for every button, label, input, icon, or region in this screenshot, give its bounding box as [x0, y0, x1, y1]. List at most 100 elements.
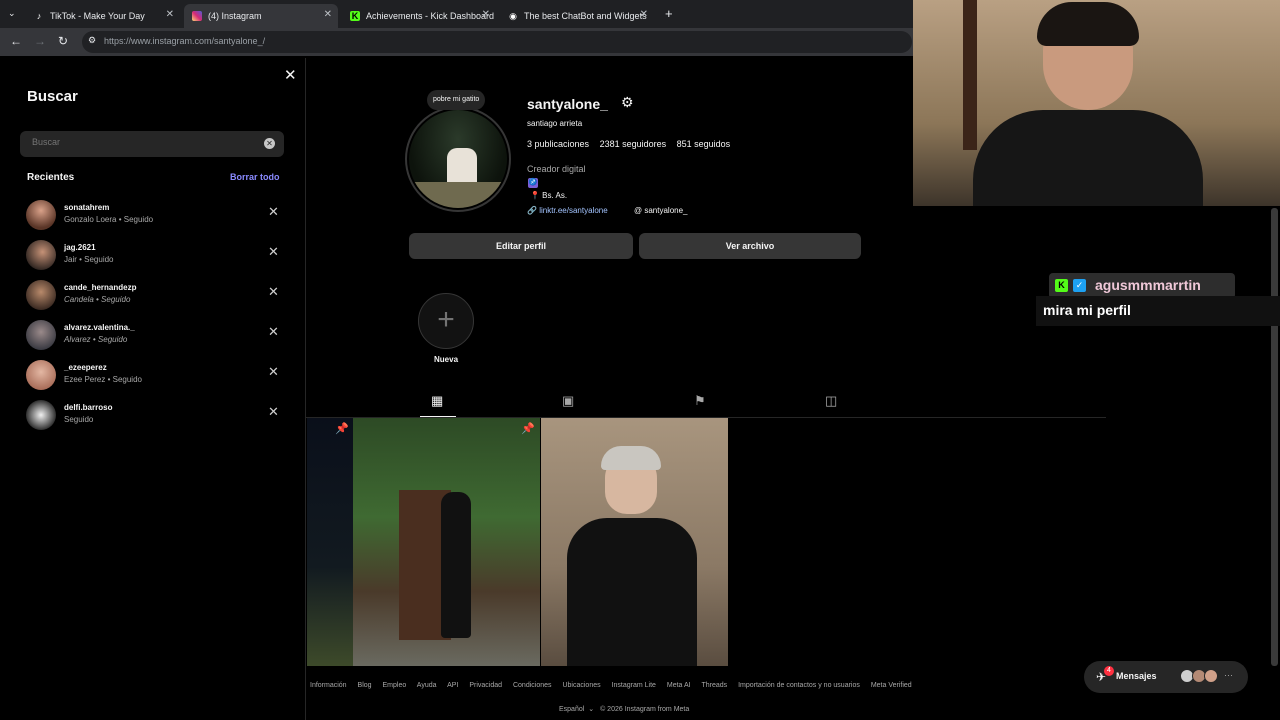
remove-recent-icon[interactable]: ✕	[268, 284, 279, 300]
recent-subtitle: Gonzalo Loera • Seguido	[64, 215, 154, 224]
pin-icon: 📌	[335, 423, 349, 435]
footer-link[interactable]: Ubicaciones	[562, 682, 600, 689]
instagram-icon	[192, 11, 202, 21]
tab-kick[interactable]: K Achievements - Kick Dashboard ✕	[342, 4, 496, 28]
edit-profile-button[interactable]: Editar perfil	[409, 233, 633, 259]
remove-recent-icon[interactable]: ✕	[268, 204, 279, 220]
close-tab-icon[interactable]: ✕	[166, 9, 174, 20]
avatar-ground	[409, 182, 507, 208]
avatar	[26, 360, 56, 390]
chat-message: mira mi perfil	[1043, 302, 1131, 318]
profile-link[interactable]: 🔗 linktr.ee/santyalone	[527, 206, 608, 215]
following-count[interactable]: 851 seguidos	[677, 139, 731, 149]
forward-icon[interactable]: →	[34, 34, 46, 48]
recent-item[interactable]: alvarez.valentina._ Alvarez • Seguido ✕	[26, 318, 288, 354]
post-body	[567, 518, 697, 666]
reels-icon[interactable]: ▣	[562, 393, 574, 409]
chat-username: agusmmmarrtin	[1095, 277, 1201, 293]
remove-recent-icon[interactable]: ✕	[268, 244, 279, 260]
kick-badge-icon: K	[1055, 279, 1068, 292]
screen: ⌄ ♪ TikTok - Make Your Day ✕ (4) Instagr…	[0, 0, 1280, 720]
avatar	[26, 320, 56, 350]
reload-icon[interactable]: ↻	[58, 34, 68, 48]
footer-link[interactable]: API	[447, 682, 458, 689]
bio-emoji-icon: ♐	[528, 178, 538, 188]
site-info-icon[interactable]: ⚙	[88, 35, 96, 46]
recent-item[interactable]: delfi.barroso Seguido ✕	[26, 398, 288, 434]
footer-link[interactable]: Meta Verified	[871, 682, 912, 689]
recent-username: jag.2621	[64, 243, 96, 252]
view-archive-button[interactable]: Ver archivo	[639, 233, 861, 259]
profile-stats: 3 publicaciones 2381 seguidores 851 segu…	[527, 139, 738, 149]
recent-item[interactable]: cande_hernandezp Candela • Seguido ✕	[26, 278, 288, 314]
tab-instagram[interactable]: (4) Instagram ✕	[184, 4, 338, 28]
saved-icon[interactable]: ⚑	[694, 393, 706, 409]
chat-message-box: mira mi perfil	[1036, 296, 1280, 326]
recent-subtitle: Seguido	[64, 415, 94, 424]
url-field[interactable]: ⚙ https://www.instagram.com/santyalone_/	[82, 31, 912, 53]
footer-link[interactable]: Importación de contactos y no usuarios	[738, 682, 860, 689]
footer-link[interactable]: Empleo	[383, 682, 407, 689]
search-panel: Buscar ✕ ✕ Recientes Borrar todo sonatah…	[0, 58, 306, 720]
new-tab-icon[interactable]: +	[665, 6, 673, 21]
clear-search-icon[interactable]: ✕	[264, 138, 275, 149]
post-thumbnail[interactable]	[541, 418, 728, 666]
recent-username: sonatahrem	[64, 203, 110, 212]
tab-label: The best ChatBot and Widgets	[524, 11, 647, 21]
footer-link[interactable]: Información	[310, 682, 347, 689]
footer-link[interactable]: Privacidad	[469, 682, 502, 689]
search-input[interactable]	[32, 137, 252, 147]
footer-link[interactable]: Ayuda	[417, 682, 437, 689]
messages-badge: 4	[1104, 666, 1114, 676]
threads-link[interactable]: @ santyalone_	[634, 206, 688, 215]
tab-label: TikTok - Make Your Day	[50, 11, 145, 21]
footer-link[interactable]: Instagram Lite	[612, 682, 656, 689]
close-tab-icon[interactable]: ✕	[640, 9, 648, 20]
footer-link[interactable]: Meta AI	[667, 682, 691, 689]
post-thumbnail[interactable]: 📌	[353, 418, 540, 666]
recent-item[interactable]: _ezeeperez Ezee Perez • Seguido ✕	[26, 358, 288, 394]
close-tab-icon[interactable]: ✕	[324, 9, 332, 20]
profile-avatar[interactable]	[409, 110, 507, 208]
tagged-icon[interactable]: ◫	[825, 393, 837, 409]
tab-tiktok[interactable]: ♪ TikTok - Make Your Day ✕	[26, 4, 180, 28]
chevron-down-icon: ⌄	[588, 706, 595, 713]
back-icon[interactable]: ←	[10, 34, 22, 48]
url-text: https://www.instagram.com/santyalone_/	[104, 36, 266, 46]
tab-chatbot[interactable]: ◉ The best ChatBot and Widgets ✕	[500, 4, 654, 28]
close-icon[interactable]: ✕	[284, 66, 297, 84]
followers-count[interactable]: 2381 seguidores	[600, 139, 667, 149]
recent-subtitle: Jair • Seguido	[64, 255, 114, 264]
close-tab-icon[interactable]: ✕	[482, 9, 490, 20]
avatar	[26, 200, 56, 230]
profile-username: santyalone_	[527, 96, 608, 112]
threads-handle: santyalone_	[644, 206, 688, 215]
profile-link-text: linktr.ee/santyalone	[539, 206, 608, 215]
profile-note[interactable]: pobre mi gatito	[427, 90, 486, 110]
profile-category: Creador digital	[527, 164, 586, 174]
footer-link[interactable]: Threads	[701, 682, 727, 689]
new-highlight-plus-icon[interactable]: +	[418, 293, 474, 349]
recent-item[interactable]: jag.2621 Jair • Seguido ✕	[26, 238, 288, 274]
remove-recent-icon[interactable]: ✕	[268, 364, 279, 380]
tab-list-chevron-icon[interactable]: ⌄	[8, 8, 16, 19]
language-select[interactable]: Español	[559, 706, 584, 713]
streamer-hair	[1037, 2, 1139, 46]
pin-icon: 📌	[521, 423, 535, 435]
recent-title: Recientes	[27, 172, 75, 183]
posts-grid-icon[interactable]: ▦	[431, 393, 443, 409]
settings-gear-icon[interactable]: ⚙	[621, 94, 634, 111]
remove-recent-icon[interactable]: ✕	[268, 324, 279, 340]
footer-link[interactable]: Blog	[358, 682, 372, 689]
scrollbar[interactable]	[1271, 208, 1278, 666]
clear-all-button[interactable]: Borrar todo	[230, 172, 280, 182]
recent-username: delfi.barroso	[64, 403, 113, 412]
remove-recent-icon[interactable]: ✕	[268, 404, 279, 420]
messages-button[interactable]: ✈ 4 Mensajes ···	[1084, 661, 1248, 693]
post-thumbnail[interactable]: 📌	[307, 418, 353, 666]
profile-full-name: santiago arrieta	[527, 119, 583, 128]
footer-link[interactable]: Condiciones	[513, 682, 552, 689]
recent-item[interactable]: sonatahrem Gonzalo Loera • Seguido ✕	[26, 198, 288, 234]
bot-icon: ◉	[509, 11, 517, 21]
avatar	[26, 280, 56, 310]
